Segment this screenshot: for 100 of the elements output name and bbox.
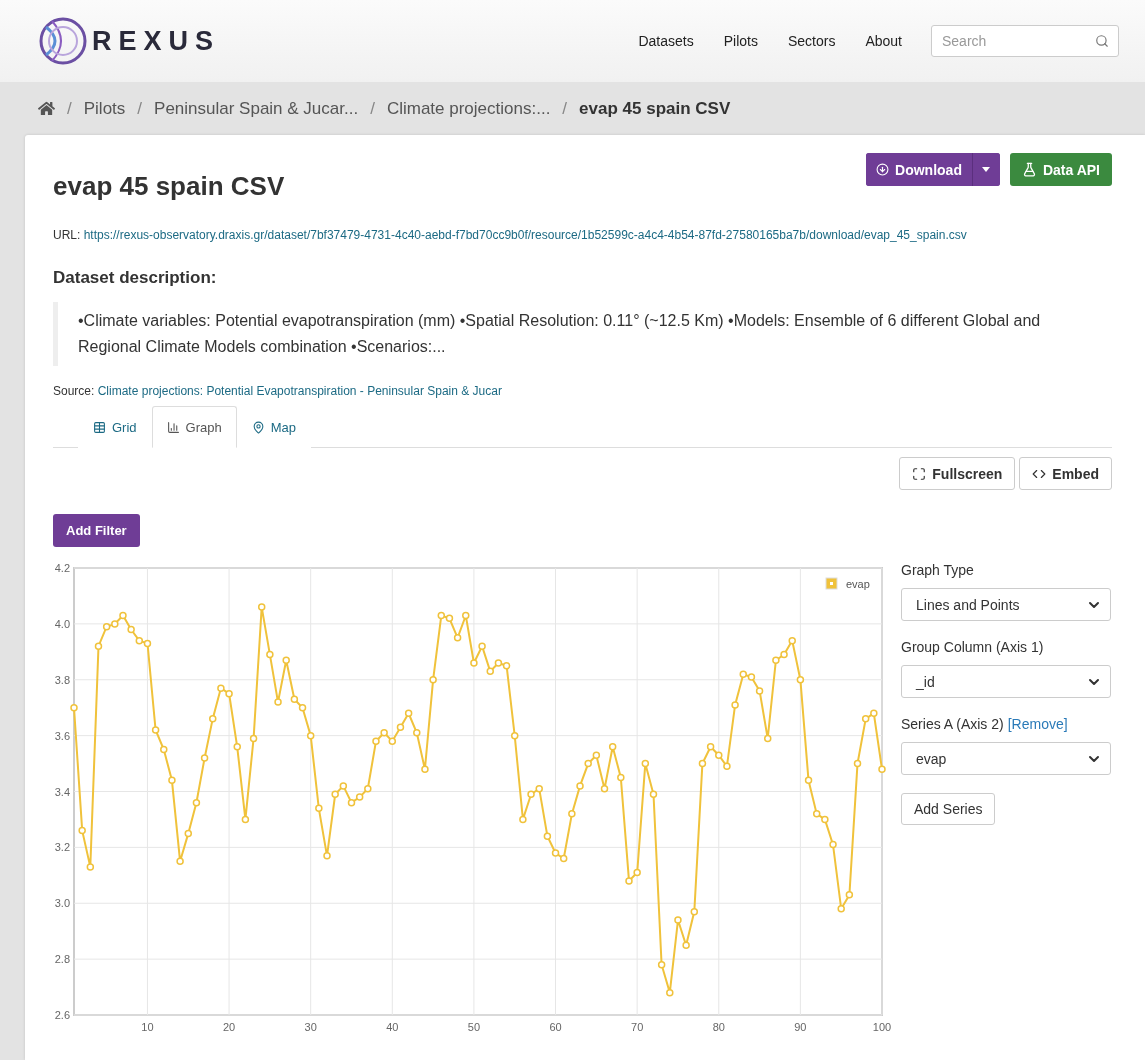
- data-point: [666, 988, 674, 997]
- data-point: [78, 826, 86, 835]
- x-tick-label: 70: [631, 1021, 644, 1033]
- x-tick-label: 40: [386, 1021, 399, 1033]
- field-label: Series A (Axis 2): [901, 716, 1004, 732]
- x-tick-label: 80: [712, 1021, 725, 1033]
- data-point: [421, 765, 429, 773]
- page-title: evap 45 spain CSV: [53, 171, 285, 202]
- fullscreen-button[interactable]: Fullscreen: [899, 457, 1016, 490]
- data-point: [266, 650, 274, 659]
- data-point: [511, 731, 519, 740]
- breadcrumb-item[interactable]: evap 45 spain CSV: [579, 98, 731, 119]
- add-series-button[interactable]: Add Series: [901, 793, 996, 825]
- description-text: •Climate variables: Potential evapotranspiration (mm) •Spatial Resolution: 0.11° (~12.5 Km) •Models: Ensemble of 6 different Global and Regional Climate Models combination •Scenarios:...: [53, 302, 1112, 366]
- y-tick-label: 2.8: [54, 953, 70, 966]
- data-point: [192, 798, 201, 807]
- data-point: [731, 701, 739, 709]
- data-point: [845, 891, 854, 899]
- field-label: Graph Type: [901, 562, 975, 578]
- data-point: [413, 729, 421, 737]
- breadcrumb-separator: /: [67, 98, 72, 119]
- data-point: [315, 804, 323, 812]
- data-point: [878, 765, 886, 773]
- data-point: [323, 852, 331, 860]
- data-point: [274, 698, 282, 706]
- search-field[interactable]: Search: [931, 25, 1119, 57]
- source-label: Source:: [53, 384, 95, 398]
- logo-text: REXUS: [92, 25, 221, 57]
- data-point: [86, 863, 95, 871]
- x-tick-label: 30: [304, 1021, 317, 1033]
- view-tab[interactable]: Graph: [151, 406, 237, 448]
- data-point: [404, 709, 413, 718]
- data-point: [176, 857, 184, 866]
- data-point: [617, 773, 625, 782]
- breadcrumb-separator: /: [137, 98, 143, 119]
- graph-type-select[interactable]: Lines and Points: [901, 588, 1111, 621]
- data-point: [200, 754, 209, 762]
- nav-link[interactable]: Pilots: [708, 33, 773, 49]
- group-column-select[interactable]: _id: [901, 665, 1111, 698]
- download-icon: [876, 163, 890, 176]
- data-point: [804, 776, 813, 785]
- data-point: [641, 759, 650, 768]
- data-point: [453, 634, 462, 642]
- dropdown-toggle[interactable]: [971, 153, 1000, 186]
- legend-label: evap: [846, 578, 870, 590]
- breadcrumb-item[interactable]: Climate projections:...: [386, 98, 551, 119]
- data-api-button[interactable]: Data API: [1009, 153, 1112, 186]
- data-point: [306, 731, 315, 740]
- data-point: [462, 611, 470, 620]
- data-point: [829, 840, 837, 849]
- data-point: [657, 960, 666, 969]
- y-tick-label: 3.4: [54, 785, 70, 798]
- data-point: [233, 743, 241, 751]
- breadcrumb-item[interactable]: Peninsular Spain & Jucar...: [154, 98, 359, 119]
- data-point: [257, 603, 266, 611]
- series-select[interactable]: evap: [901, 742, 1111, 775]
- y-tick-label: 2.6: [54, 1009, 70, 1021]
- data-point: [600, 784, 609, 793]
- data-point: [160, 745, 168, 754]
- url-link[interactable]: https://rexus-observatory.draxis.gr/dataset/7bf37479-4731-4c40-aebd-f7bd70cc9b0f/resource/1b52599c-a4c4-4b54-87fd-27580165ba7b/download/evap_45_spain.csv: [83, 228, 967, 242]
- data-point: [282, 656, 290, 664]
- data-point: [184, 829, 192, 838]
- data-point: [608, 743, 617, 751]
- data-point: [788, 636, 796, 645]
- x-tick-label: 10: [141, 1021, 154, 1033]
- data-point: [143, 639, 152, 648]
- source-link[interactable]: Climate projections: Potential Evapotranspiration - Peninsular Spain & Jucar: [97, 384, 502, 398]
- data-point: [94, 642, 103, 650]
- flask-icon: [1021, 162, 1037, 177]
- legend-swatch: [825, 577, 838, 590]
- breadcrumb-item[interactable]: Pilots: [83, 98, 126, 119]
- data-point: [249, 734, 258, 743]
- x-tick-label: 90: [794, 1021, 807, 1033]
- data-point: [543, 832, 552, 840]
- nav-link[interactable]: Datasets: [623, 33, 709, 49]
- section-heading: Dataset description:: [53, 268, 218, 288]
- data-point: [764, 734, 772, 743]
- data-point: [478, 642, 486, 650]
- nav-link[interactable]: About: [850, 33, 917, 49]
- nav-link[interactable]: Sectors: [772, 33, 851, 49]
- home-icon[interactable]: [38, 100, 55, 117]
- data-point: [674, 916, 682, 924]
- y-tick-label: 4.2: [54, 562, 70, 574]
- x-tick-label: 20: [222, 1021, 236, 1033]
- data-point: [241, 815, 250, 824]
- data-point: [102, 622, 111, 631]
- data-point: [755, 687, 764, 695]
- data-point: [168, 776, 176, 785]
- data-point: [290, 695, 299, 704]
- remove-link[interactable]: [Remove]: [1007, 716, 1068, 732]
- data-point: [470, 659, 478, 667]
- data-point: [151, 726, 160, 734]
- data-point: [576, 782, 584, 790]
- data-point: [127, 625, 135, 634]
- data-point: [568, 810, 576, 818]
- embed-button[interactable]: Embed: [1019, 457, 1112, 490]
- add-filter-button[interactable]: Add Filter: [53, 514, 140, 547]
- y-tick-label: 3.0: [54, 897, 70, 910]
- caret-icon: [982, 167, 991, 172]
- data-point: [682, 941, 690, 949]
